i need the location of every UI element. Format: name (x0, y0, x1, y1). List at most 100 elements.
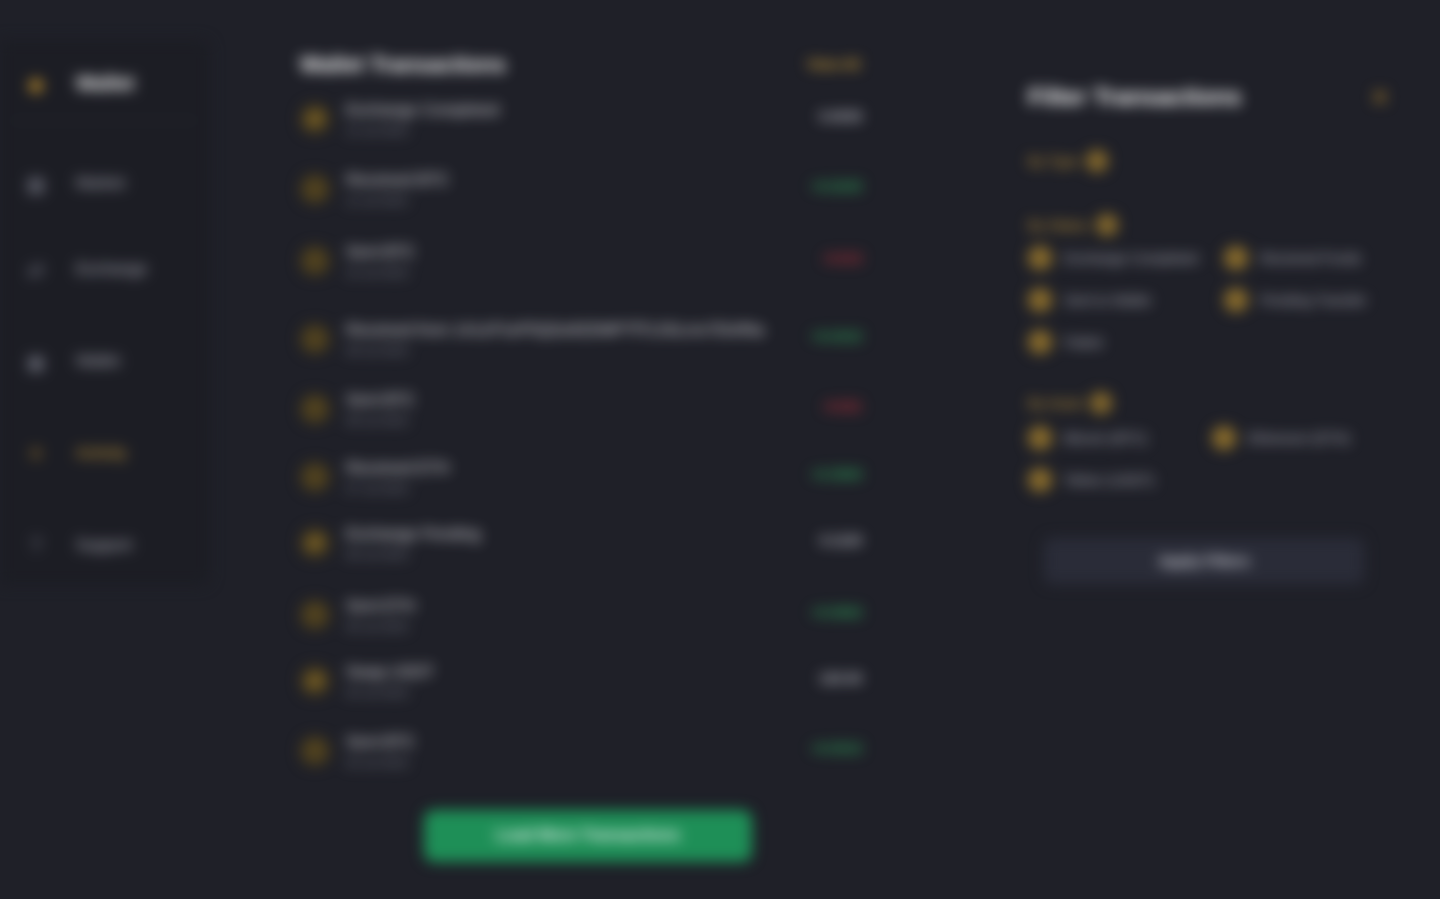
arrow-down-icon: ↓ (300, 324, 330, 354)
filter-option[interactable]: ✓ Sent to Wallet (1028, 288, 1151, 312)
arrow-up-icon: ↑ (300, 246, 330, 276)
sidebar-logo[interactable]: ◆ Wallet (22, 70, 134, 98)
apply-filters-button[interactable]: Apply Filters (1044, 538, 1364, 584)
swap-icon: ⇄ (27, 259, 45, 282)
transaction-row[interactable]: ⇄ Exchange Pending 06 Jul 2023 0.1120 (300, 526, 862, 566)
filter-group-label: By Asset (1028, 395, 1083, 411)
transaction-title: Received BTC (346, 172, 450, 189)
filter-group-asset[interactable]: By Asset ▾ (1028, 392, 1113, 414)
transaction-title: Exchange Pending (346, 526, 481, 543)
arrow-up-icon: ↑ (300, 394, 330, 424)
filter-option-label: Sent to Wallet (1064, 292, 1151, 308)
check-icon: ✓ (1212, 426, 1236, 450)
transaction-amount: +0.0410 (811, 328, 862, 344)
arrow-up-icon: ↑ (300, 736, 330, 766)
transaction-date: 09 Jul 2023 (346, 344, 409, 358)
view-all-link[interactable]: View All (775, 56, 860, 72)
transaction-title: Exchange Completed (346, 102, 499, 119)
filter-group-status[interactable]: By Status ▾ (1028, 214, 1118, 236)
sidebar-item-wallet[interactable]: ▣ Wallet (22, 348, 120, 376)
chevron-down-icon: ▾ (1086, 150, 1109, 172)
transaction-title: Received ETH (346, 460, 450, 477)
check-icon: ✓ (1028, 468, 1052, 492)
swap-icon: ⇄ (300, 666, 330, 696)
filter-option[interactable]: ✓ Failed (1028, 330, 1102, 354)
transaction-amount: +0.0510 (811, 740, 862, 756)
transaction-title: Sent BTC (346, 734, 416, 751)
check-icon: ✓ (1028, 426, 1052, 450)
filter-group-label: By Status (1028, 217, 1088, 233)
transaction-amount: -0.013 (822, 250, 862, 266)
filter-group-type[interactable]: By Type ▾ (1028, 150, 1109, 172)
filter-option-label: Pending Transfer (1260, 292, 1367, 308)
transaction-date: 11 Jul 2023 (346, 194, 408, 208)
transaction-date: 05 Jul 2023 (346, 620, 409, 634)
transaction-title: Sent BTC (346, 392, 416, 409)
filter-option[interactable]: ✓ Ethereum (ETH) (1212, 426, 1350, 450)
help-icon: ? (30, 534, 42, 557)
transaction-row[interactable]: ↓ Received BTC 11 Jul 2023 +0.0240 (300, 172, 862, 212)
transaction-title: Sent ETH (346, 598, 416, 615)
transaction-amount: 0.0035 (819, 108, 862, 124)
filter-option[interactable]: ✓ Tether (USDT) (1028, 468, 1154, 492)
exchange-icon: ⇄ (300, 528, 330, 558)
transaction-row[interactable]: ↑ Sent BTC 03 Jul 2023 +0.0510 (300, 734, 862, 774)
arrow-up-icon: ↑ (300, 600, 330, 630)
filter-option-label: Received Funds (1260, 250, 1362, 266)
arrow-down-icon: ↓ (300, 174, 330, 204)
load-more-button[interactable]: Load More Transactions (424, 810, 752, 862)
transaction-amount: 0.1120 (819, 532, 862, 548)
transaction-row[interactable]: ⇄ Exchange Completed 12 Jul 2023 0.0035 (300, 102, 862, 142)
transaction-row[interactable]: ↑ Sent BTC 08 Jul 2023 -0.021 (300, 392, 862, 432)
check-icon: ✓ (1224, 246, 1248, 270)
transaction-amount: +0.0920 (811, 604, 862, 620)
filter-option[interactable]: ✓ Received Funds (1224, 246, 1361, 270)
check-icon: ✓ (1224, 288, 1248, 312)
filter-option[interactable]: ✓ Exchange Completed (1028, 246, 1198, 270)
sidebar-item-market[interactable]: ▦ Market (22, 170, 125, 198)
sidebar: ◆ Wallet ▦ Market ⇄ Exchange ▣ Wallet ≡ … (0, 40, 210, 585)
transactions-title: Wallet Transactions (300, 52, 506, 77)
transaction-amount: 120.00 (819, 670, 862, 686)
sidebar-divider (10, 120, 198, 121)
transaction-row[interactable]: ⇄ Swap USDT 04 Jul 2023 120.00 (300, 664, 862, 704)
transaction-amount: -0.021 (822, 398, 862, 414)
check-icon: ✓ (1028, 288, 1052, 312)
filter-option[interactable]: ✓ Bitcoin (BTC) (1028, 426, 1147, 450)
transaction-row[interactable]: ↓ Received ETH 07 Jul 2023 +0.3500 (300, 460, 862, 500)
transaction-title: Received from 1A1zP1eP5QGefi2DMPTfTL5SLm… (346, 322, 764, 339)
transaction-amount: +0.3500 (811, 466, 862, 482)
transaction-date: 03 Jul 2023 (346, 756, 409, 770)
chart-icon: ▦ (26, 173, 46, 196)
screen: ◆ Wallet ▦ Market ⇄ Exchange ▣ Wallet ≡ … (0, 0, 1440, 899)
transaction-date: 10 Jul 2023 (346, 266, 409, 280)
transaction-row[interactable]: ↑ Sent BTC 10 Jul 2023 -0.013 (300, 244, 862, 284)
sidebar-item-exchange[interactable]: ⇄ Exchange (22, 256, 148, 284)
transaction-title: Sent BTC (346, 244, 416, 261)
check-icon: ✓ (1028, 330, 1052, 354)
filter-option-label: Exchange Completed (1064, 250, 1198, 266)
transaction-row[interactable]: ↓ Received from 1A1zP1eP5QGefi2DMPTfTL5S… (300, 322, 862, 362)
transaction-date: 12 Jul 2023 (346, 124, 409, 138)
sidebar-item-activity[interactable]: ≡ Activity (22, 440, 127, 468)
transaction-date: 04 Jul 2023 (346, 686, 409, 700)
sidebar-item-support[interactable]: ? Support (22, 532, 132, 560)
filter-option[interactable]: ✓ Pending Transfer (1224, 288, 1367, 312)
exchange-icon: ⇄ (300, 104, 330, 134)
chevron-down-icon: ▾ (1095, 214, 1118, 236)
transaction-date: 06 Jul 2023 (346, 548, 409, 562)
transaction-date: 07 Jul 2023 (346, 482, 409, 496)
filter-group-label: By Type (1028, 153, 1079, 169)
sidebar-logo-label: Wallet (76, 72, 135, 95)
transaction-date: 08 Jul 2023 (346, 414, 409, 428)
close-icon[interactable]: ✕ (1366, 84, 1394, 112)
transaction-row[interactable]: ↑ Sent ETH 05 Jul 2023 +0.0920 (300, 598, 862, 638)
logo-icon: ◆ (28, 73, 44, 96)
filter-option-label: Failed (1064, 334, 1103, 350)
check-icon: ✓ (1028, 246, 1052, 270)
sidebar-item-label: Exchange (76, 261, 148, 278)
filter-option-label: Bitcoin (BTC) (1064, 430, 1148, 446)
filter-option-label: Tether (USDT) (1064, 472, 1155, 488)
sidebar-item-label: Support (76, 537, 133, 554)
activity-icon: ≡ (30, 442, 42, 465)
